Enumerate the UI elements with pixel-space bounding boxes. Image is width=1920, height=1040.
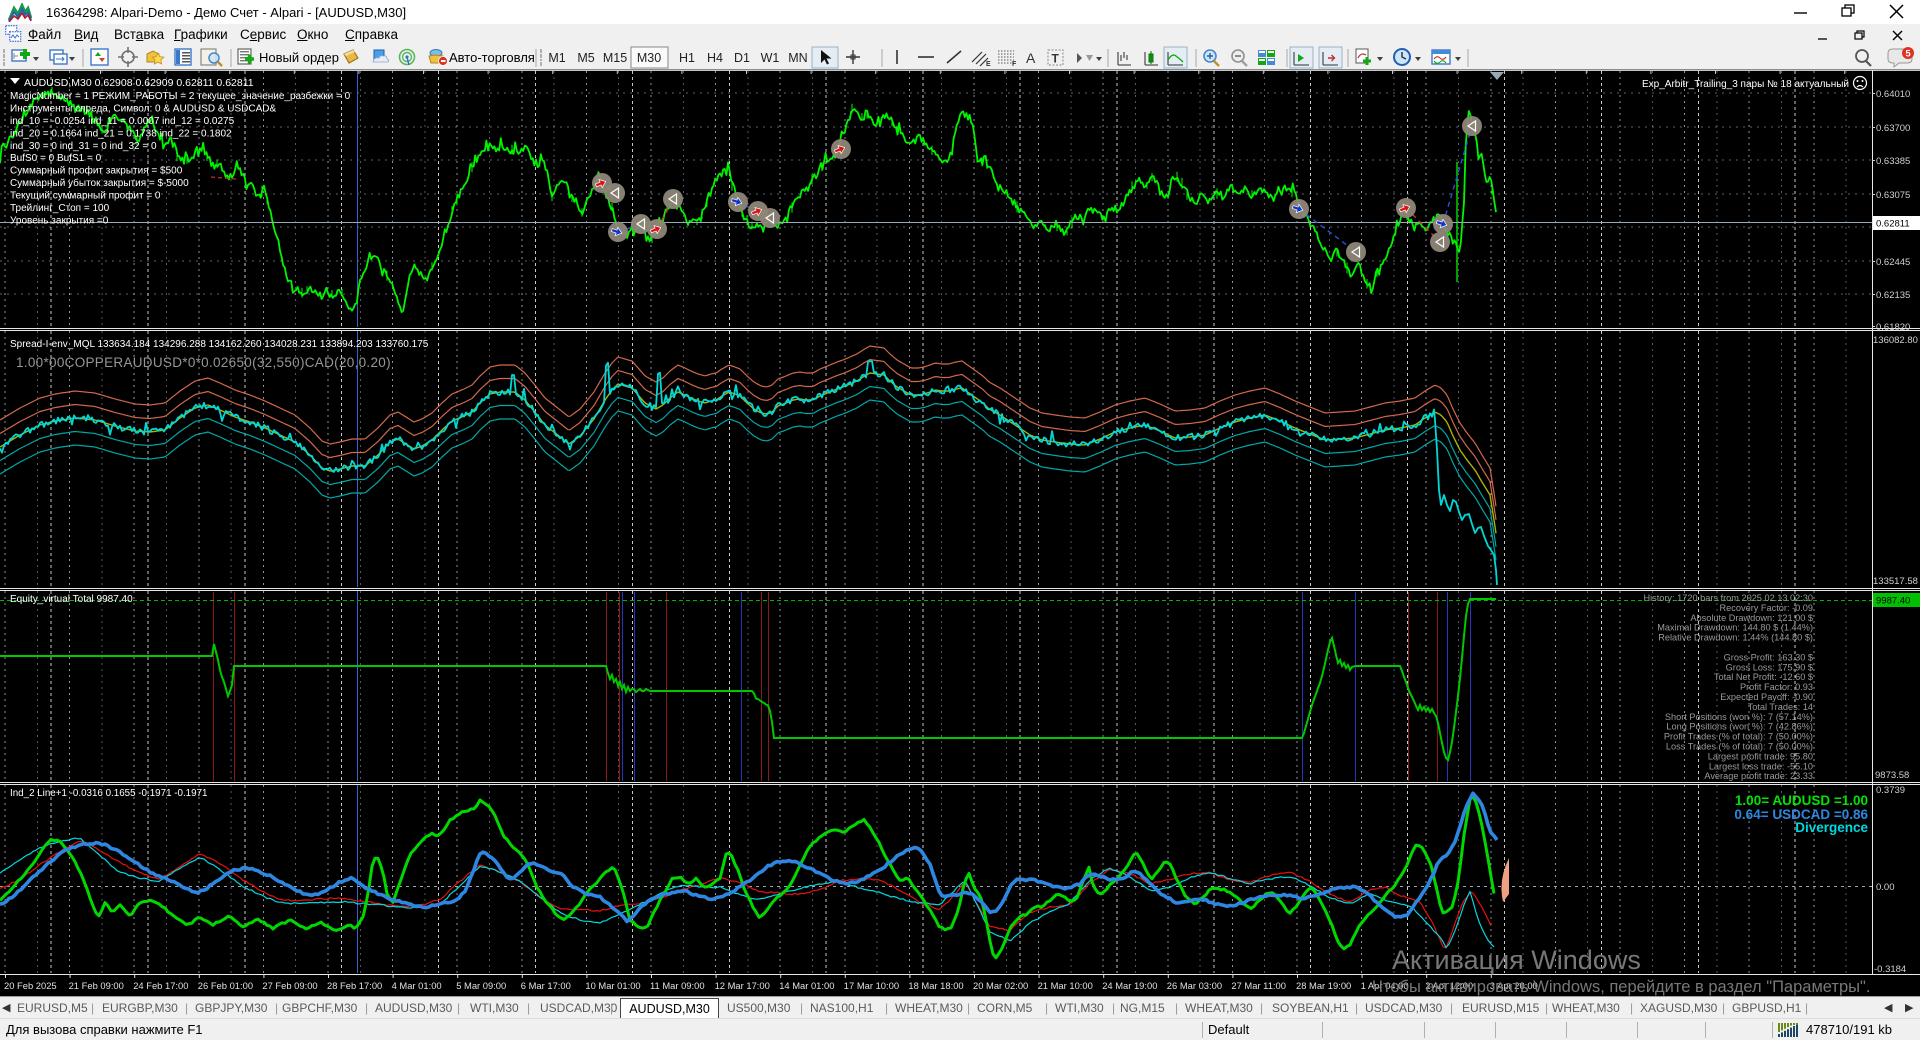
svg-text:Recovery Factor: -0.09: Recovery Factor: -0.09 xyxy=(1720,603,1813,613)
svg-text:0.00: 0.00 xyxy=(1876,882,1895,893)
svg-text:20 Mar 02:00: 20 Mar 02:00 xyxy=(973,980,1028,991)
svg-text:10 Mar 01:00: 10 Mar 01:00 xyxy=(585,980,640,991)
svg-text:12 Mar 17:00: 12 Mar 17:00 xyxy=(715,980,770,991)
svg-text:14 Mar 01:00: 14 Mar 01:00 xyxy=(779,980,834,991)
svg-text:Relative Drawdown: 1.44% (144.: Relative Drawdown: 1.44% (144.80 $) xyxy=(1658,633,1813,643)
svg-text:24 Mar 19:00: 24 Mar 19:00 xyxy=(1102,980,1157,991)
svg-text:ind_20 = 0.1664 ind_21 = 0.173: ind_20 = 0.1664 ind_21 = 0.1738 ind_22 =… xyxy=(10,128,232,139)
svg-text:133517.58: 133517.58 xyxy=(1873,576,1918,587)
svg-text:Short Positions (won %): 7 (57: Short Positions (won %): 7 (57.14%) xyxy=(1665,712,1813,722)
svg-text:21 Feb 09:00: 21 Feb 09:00 xyxy=(69,980,124,991)
svg-text:9987.40: 9987.40 xyxy=(1876,596,1910,607)
svg-text:Divergence: Divergence xyxy=(1795,820,1868,835)
svg-text:18 Mar 18:00: 18 Mar 18:00 xyxy=(908,980,963,991)
svg-text:Profit Trades (% of total): 7: Profit Trades (% of total): 7 (50.00%) xyxy=(1664,732,1813,742)
svg-text:Gross Loss: 175.90 $: Gross Loss: 175.90 $ xyxy=(1726,662,1813,672)
svg-text:1.00= AUDUSD =1.00: 1.00= AUDUSD =1.00 xyxy=(1735,793,1868,808)
svg-text:ind_30 = 0 ind_31 = 0 ind_32 =: ind_30 = 0 ind_31 = 0 ind_32 = 0 xyxy=(10,141,157,152)
svg-text:ind_10 = -0.0254 ind_11 = 0.00: ind_10 = -0.0254 ind_11 = 0.0007 ind_12 … xyxy=(10,116,235,127)
svg-text:0.63075: 0.63075 xyxy=(1876,190,1910,201)
svg-text:AUDUSD,M30 0.62908 0.62909 0.: AUDUSD,M30 0.62908 0.62909 0.62811 0.628… xyxy=(24,77,254,89)
svg-text:Absolute Drawdown: 121.00 $: Absolute Drawdown: 121.00 $ xyxy=(1690,613,1813,623)
svg-text:26 Mar 03:00: 26 Mar 03:00 xyxy=(1167,980,1222,991)
svg-text:4 Mar 01:00: 4 Mar 01:00 xyxy=(392,980,442,991)
svg-text:Spread-I-env_MQL 133634.184 13: Spread-I-env_MQL 133634.184 134296.288 1… xyxy=(10,339,429,350)
svg-text:0.62445: 0.62445 xyxy=(1876,257,1910,268)
svg-text:136082.80: 136082.80 xyxy=(1873,335,1918,346)
svg-text:BufS0 = 0 BufS1 = 0: BufS0 = 0 BufS1 = 0 xyxy=(10,153,102,164)
svg-text:Активация Windows: Активация Windows xyxy=(1392,945,1641,975)
svg-text:Уровень закрытия =0: Уровень закрытия =0 xyxy=(10,216,109,227)
svg-text:Суммарный убыток закрытия = $-: Суммарный убыток закрытия = $-5000 xyxy=(10,177,189,189)
svg-text:Average profit trade: 23.33: Average profit trade: 23.33 xyxy=(1704,771,1813,781)
svg-text:Exp_Arbitr_Trailing_3 пары № 1: Exp_Arbitr_Trailing_3 пары № 18 актуальн… xyxy=(1642,79,1849,90)
svg-text:27 Mar 11:00: 27 Mar 11:00 xyxy=(1231,980,1286,991)
svg-text:0.64010: 0.64010 xyxy=(1876,89,1910,100)
svg-text:History: 1720 bars from 2025.0: History: 1720 bars from 2025.02.13 02:30 xyxy=(1643,593,1813,603)
svg-text:Loss Trades (% of total): 7 (5: Loss Trades (% of total): 7 (50.00%) xyxy=(1666,742,1813,752)
svg-text:Largest loss trade: -55.10: Largest loss trade: -55.10 xyxy=(1709,761,1813,771)
svg-text:28 Feb 17:00: 28 Feb 17:00 xyxy=(327,980,382,991)
svg-text:21 Mar 10:00: 21 Mar 10:00 xyxy=(1038,980,1093,991)
svg-text:20 Feb 2025: 20 Feb 2025 xyxy=(4,980,57,991)
svg-text:0.62135: 0.62135 xyxy=(1876,290,1910,301)
svg-text:0.61820: 0.61820 xyxy=(1876,322,1910,333)
svg-text:0.63385: 0.63385 xyxy=(1876,156,1910,167)
svg-text:11 Mar 09:00: 11 Mar 09:00 xyxy=(650,980,705,991)
svg-text:6 Mar 17:00: 6 Mar 17:00 xyxy=(521,980,571,991)
svg-text:0.62811: 0.62811 xyxy=(1876,219,1910,230)
svg-text:Трейлинг_Стоп = 100: Трейлинг_Стоп = 100 xyxy=(10,203,110,214)
svg-text:27 Feb 09:00: 27 Feb 09:00 xyxy=(262,980,317,991)
svg-text:Ind_2 Line+1 -0.0316 0.1655 -0: Ind_2 Line+1 -0.0316 0.1655 -0.1971 -0.1… xyxy=(10,788,207,799)
svg-text:Текущий суммарный профит = 0: Текущий суммарный профит = 0 xyxy=(10,190,161,202)
svg-text:Суммарный профит закрытия = $5: Суммарный профит закрытия = $500 xyxy=(10,165,183,177)
svg-text:Equity_virtual Total 9987.40: Equity_virtual Total 9987.40 xyxy=(10,594,133,605)
svg-text:26 Feb 01:00: 26 Feb 01:00 xyxy=(198,980,253,991)
svg-text:0.63700: 0.63700 xyxy=(1876,123,1910,134)
svg-text:Largest profit trade: 95.80: Largest profit trade: 95.80 xyxy=(1708,751,1813,761)
svg-text:24 Feb 17:00: 24 Feb 17:00 xyxy=(133,980,188,991)
svg-text:Чтобы активировать Windows, пе: Чтобы активировать Windows, перейдите в … xyxy=(1372,978,1870,996)
svg-text:-0.3184: -0.3184 xyxy=(1874,964,1906,975)
svg-text:Total Net Profit: -12.60 $: Total Net Profit: -12.60 $ xyxy=(1714,672,1813,682)
svg-text:Profit Factor: 0.93: Profit Factor: 0.93 xyxy=(1740,682,1813,692)
svg-text:MagicNumber = 1 РЕЖИМ_РАБОТЫ =: MagicNumber = 1 РЕЖИМ_РАБОТЫ = 2 текущее… xyxy=(10,90,351,102)
svg-text:5 Mar 09:00: 5 Mar 09:00 xyxy=(456,980,506,991)
svg-text:Expected Payoff: -0.90: Expected Payoff: -0.90 xyxy=(1720,692,1813,702)
svg-text:28 Mar 19:00: 28 Mar 19:00 xyxy=(1296,980,1351,991)
svg-text:0.3739: 0.3739 xyxy=(1876,785,1905,796)
svg-text:Инструменты спреда, Символ: 0: Инструменты спреда, Символ: 0 & AUDUSD &… xyxy=(10,104,276,115)
svg-text:Long Positions (won %): 7 (42.: Long Positions (won %): 7 (42.86%) xyxy=(1666,722,1813,732)
svg-text:1.00*00COPPERAUDUSD*0*0.02650(: 1.00*00COPPERAUDUSD*0*0.02650(32,550)CAD… xyxy=(16,355,391,370)
svg-text:Maximal Drawdown: 144.80 $ (1.: Maximal Drawdown: 144.80 $ (1.44%) xyxy=(1657,623,1813,633)
svg-text:Gross Profit: 163.30 $: Gross Profit: 163.30 $ xyxy=(1724,652,1813,662)
svg-text:Total Trades: 14: Total Trades: 14 xyxy=(1748,702,1813,712)
svg-text:17 Mar 10:00: 17 Mar 10:00 xyxy=(844,980,899,991)
svg-text:9873.58: 9873.58 xyxy=(1875,770,1909,781)
